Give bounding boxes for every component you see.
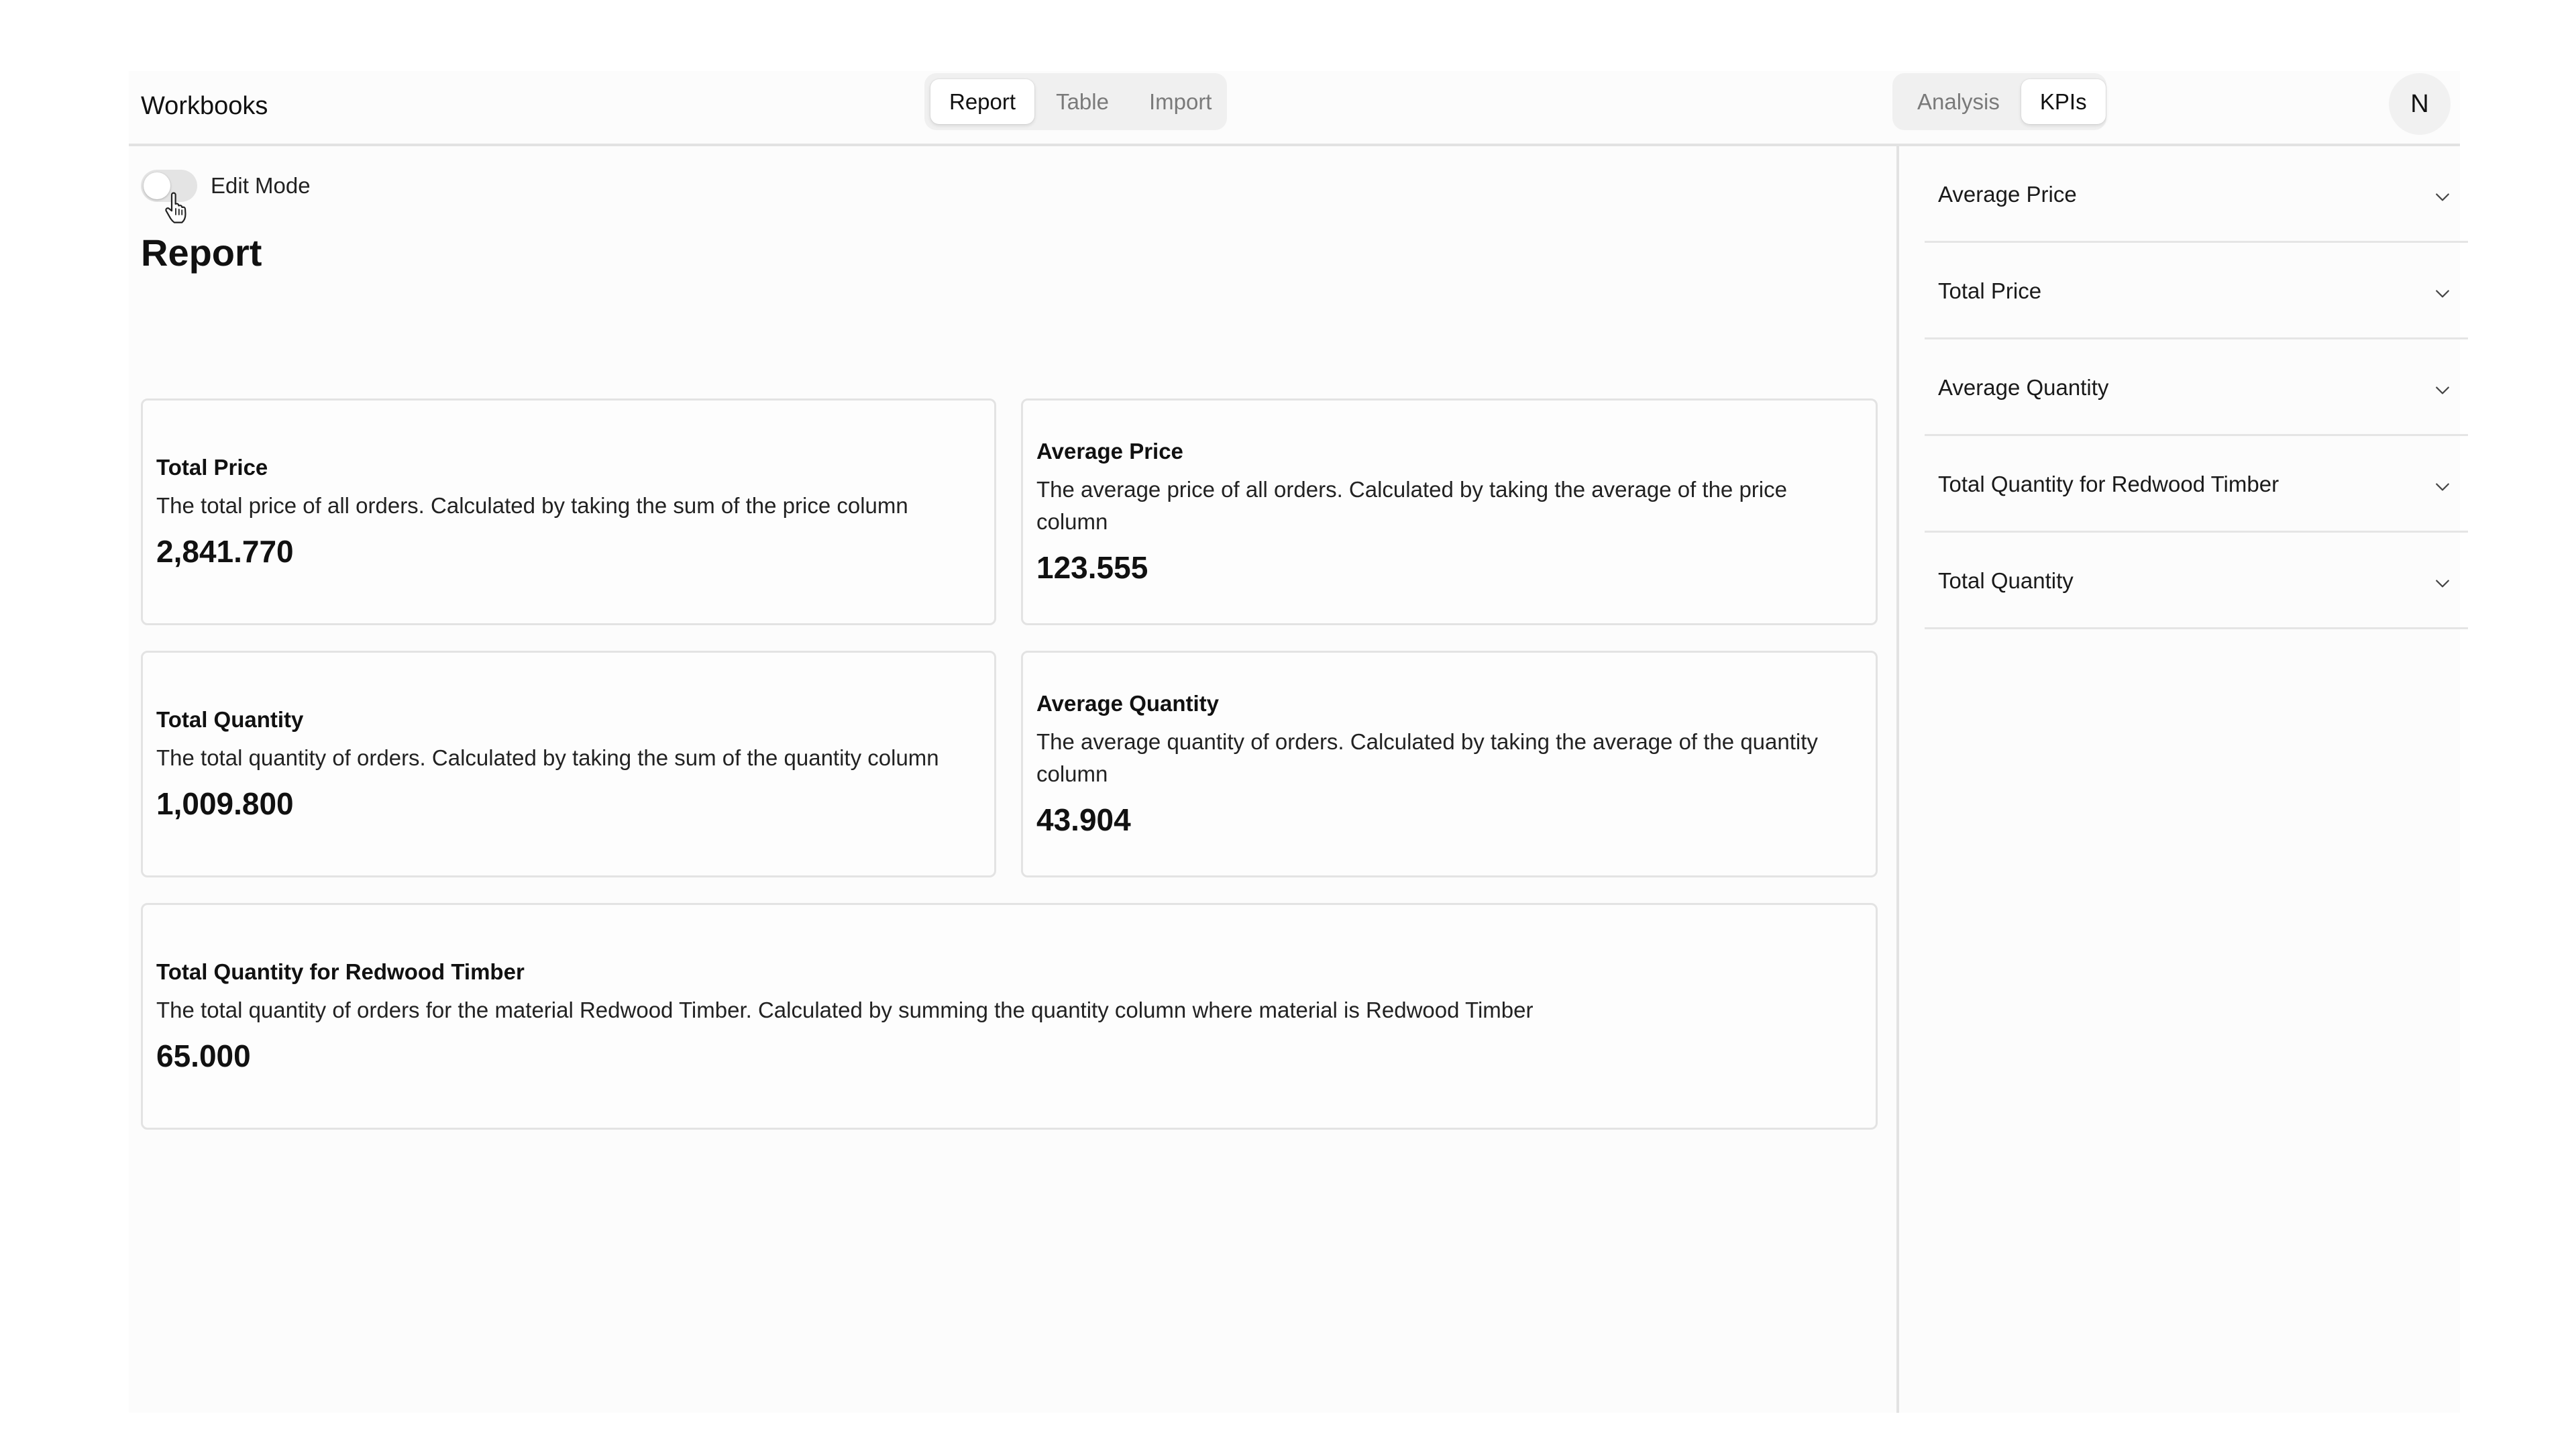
accordion-item-total-price[interactable]: Total Price: [1925, 243, 2468, 339]
main-tab-group: Report Table Import: [924, 73, 1227, 130]
tab-kpis[interactable]: KPIs: [2021, 79, 2106, 124]
chevron-down-icon: [2436, 386, 2449, 394]
tab-analysis[interactable]: Analysis: [1898, 79, 2019, 124]
kpi-card-description: The total quantity of orders for the mat…: [156, 998, 1534, 1022]
accordion-label: Total Quantity: [1938, 568, 2074, 593]
chevron-down-icon: [2436, 193, 2449, 201]
kpi-card-description: The average price of all orders. Calcula…: [1036, 477, 1787, 534]
chevron-down-icon: [2436, 290, 2449, 298]
chevron-down-icon: [2436, 483, 2449, 491]
kpi-card-total-quantity: Total Quantity The total quantity of ord…: [141, 651, 996, 877]
page-title: Report: [141, 231, 262, 274]
tab-report[interactable]: Report: [930, 79, 1035, 124]
kpi-card-value: 2,841.770: [156, 534, 294, 569]
kpi-card-total-quantity-redwood-timber: Total Quantity for Redwood Timber The to…: [141, 903, 1878, 1130]
kpi-accordion-list: Average Price Total Price Average Quanti…: [1925, 146, 2468, 629]
accordion-item-average-price[interactable]: Average Price: [1925, 146, 2468, 243]
kpi-card-value: 65.000: [156, 1038, 251, 1073]
tab-import[interactable]: Import: [1130, 79, 1231, 124]
kpi-card-description: The average quantity of orders. Calculat…: [1036, 729, 1818, 786]
kpi-card-title: Average Price: [1036, 439, 1183, 464]
kpi-card-description: The total quantity of orders. Calculated…: [156, 745, 939, 770]
top-header: Workbooks Report Table Import Analysis K…: [129, 71, 2460, 146]
kpi-card-description: The total price of all orders. Calculate…: [156, 493, 908, 518]
accordion-item-total-quantity-redwood-timber[interactable]: Total Quantity for Redwood Timber: [1925, 436, 2468, 533]
tab-table[interactable]: Table: [1037, 79, 1128, 124]
kpi-card-title: Average Quantity: [1036, 691, 1220, 716]
app-window: Workbooks Report Table Import Analysis K…: [129, 71, 2468, 1413]
view-tab-group: Analysis KPIs: [1892, 73, 2106, 130]
accordion-label: Total Quantity for Redwood Timber: [1938, 472, 2279, 496]
edit-mode-label: Edit Mode: [211, 173, 311, 198]
kpi-card-value: 43.904: [1036, 802, 1131, 837]
kpi-sidebar: Average Price Total Price Average Quanti…: [1896, 146, 2468, 1413]
user-avatar[interactable]: N: [2389, 73, 2451, 135]
kpi-card-average-price: Average Price The average price of all o…: [1021, 398, 1878, 625]
chevron-down-icon: [2436, 580, 2449, 588]
hand-cursor-icon: [165, 192, 186, 223]
accordion-item-total-quantity[interactable]: Total Quantity: [1925, 533, 2468, 629]
kpi-card-title: Total Quantity: [156, 707, 304, 732]
kpi-card-value: 123.555: [1036, 550, 1148, 585]
report-panel: Edit Mode Report Total Price The total p…: [129, 146, 1896, 1413]
kpi-card-total-price: Total Price The total price of all order…: [141, 398, 996, 625]
accordion-label: Average Quantity: [1938, 375, 2109, 400]
accordion-item-average-quantity[interactable]: Average Quantity: [1925, 339, 2468, 436]
kpi-card-title: Total Price: [156, 455, 268, 480]
accordion-label: Average Price: [1938, 182, 2077, 207]
kpi-card-title: Total Quantity for Redwood Timber: [156, 959, 525, 984]
kpi-card-average-quantity: Average Quantity The average quantity of…: [1021, 651, 1878, 877]
app-title: Workbooks: [141, 92, 268, 120]
kpi-card-value: 1,009.800: [156, 786, 294, 821]
accordion-label: Total Price: [1938, 278, 2042, 303]
